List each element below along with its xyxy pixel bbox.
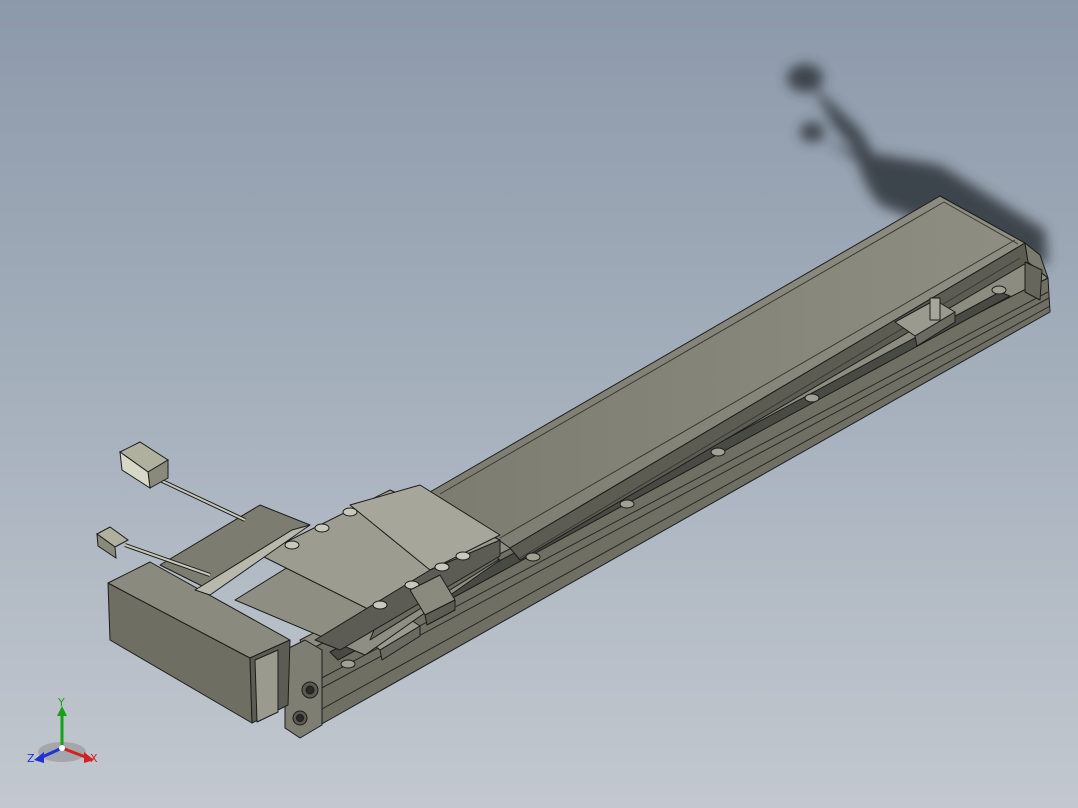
triad-y-label: Y (57, 696, 65, 709)
triad-z-label: Z (27, 752, 35, 765)
view-triad-icon[interactable]: Y X Z (27, 696, 98, 765)
cable-connector-lower (96, 526, 129, 559)
triad-x-label: X (90, 752, 98, 765)
model-canvas[interactable]: Y X Z (0, 0, 1078, 808)
linear-actuator-model[interactable] (107, 195, 1051, 739)
cad-3d-viewport[interactable]: Y X Z (0, 0, 1078, 808)
cable-connector-upper (119, 441, 169, 489)
